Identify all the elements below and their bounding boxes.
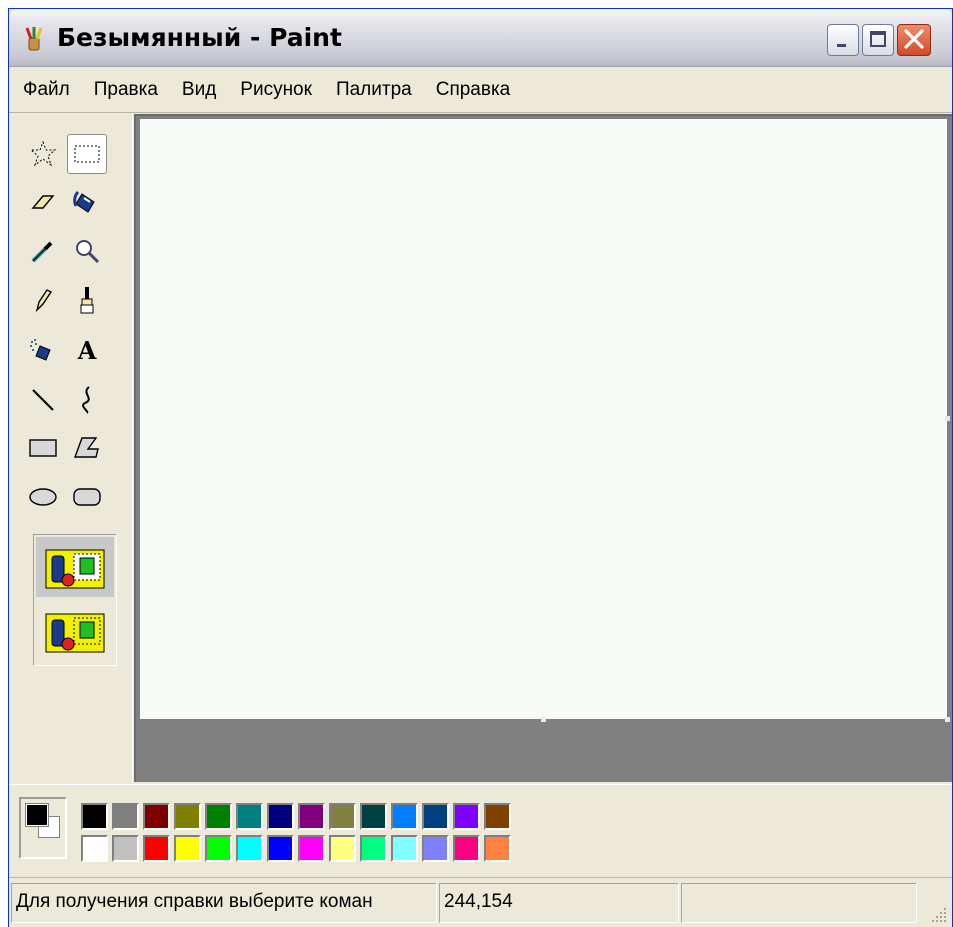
tool-ellipse[interactable] — [23, 477, 63, 517]
opaque-selection-icon — [45, 549, 105, 589]
tool-curve[interactable] — [67, 380, 107, 420]
tool-free-form-select[interactable] — [23, 134, 63, 174]
palette-swatch[interactable] — [174, 803, 201, 830]
close-icon — [904, 29, 924, 49]
palette-swatch[interactable] — [484, 803, 511, 830]
magnifier-icon — [76, 240, 100, 264]
tool-text[interactable]: A — [67, 330, 107, 370]
tool-rounded-rectangle[interactable] — [67, 477, 107, 517]
palette-swatch[interactable] — [236, 835, 263, 862]
menu-colors[interactable]: Палитра — [336, 79, 412, 101]
palette-swatch[interactable] — [298, 835, 325, 862]
paint-brush-icon[interactable] — [21, 26, 47, 52]
palette-swatch[interactable] — [81, 835, 108, 862]
menu-file[interactable]: Файл — [23, 79, 70, 101]
palette-swatch[interactable] — [81, 803, 108, 830]
minimize-button[interactable] — [827, 24, 859, 56]
drawing-canvas[interactable] — [140, 119, 947, 719]
palette-swatch[interactable] — [453, 803, 480, 830]
current-colors — [19, 797, 67, 859]
fill-bucket-icon — [73, 190, 95, 213]
maximize-button[interactable] — [862, 24, 894, 56]
menu-image[interactable]: Рисунок — [240, 79, 312, 101]
pencil-icon — [35, 289, 53, 313]
canvas-workspace[interactable] — [134, 114, 952, 782]
palette-swatch[interactable] — [143, 835, 170, 862]
palette-swatch[interactable] — [453, 835, 480, 862]
palette-swatch[interactable] — [329, 835, 356, 862]
line-icon — [32, 389, 54, 411]
palette-swatch[interactable] — [112, 803, 139, 830]
paint-window: Безымянный - Paint Файл Правка Вид Рисун… — [8, 8, 953, 927]
rectangle-select-icon — [74, 145, 100, 163]
resize-handle-right[interactable] — [945, 416, 950, 421]
polygon-icon — [73, 437, 99, 458]
toolbox: A — [9, 114, 133, 782]
brush-icon — [80, 287, 94, 314]
foreground-color — [25, 803, 49, 827]
palette-swatch[interactable] — [267, 835, 294, 862]
tool-airbrush[interactable] — [23, 330, 63, 370]
status-bar: Для получения справки выберите коман 244… — [9, 877, 952, 927]
palette-swatch[interactable] — [298, 803, 325, 830]
option-opaque-selection[interactable] — [39, 543, 111, 595]
title-bar[interactable]: Безымянный - Paint — [9, 9, 952, 67]
minimize-icon — [837, 44, 846, 47]
palette-swatch[interactable] — [205, 835, 232, 862]
palette-swatch[interactable] — [329, 803, 356, 830]
palette-swatch[interactable] — [267, 803, 294, 830]
menu-help[interactable]: Справка — [436, 79, 511, 101]
window-title: Безымянный - Paint — [57, 23, 342, 52]
tool-options-box — [33, 534, 117, 666]
palette-swatch[interactable] — [236, 803, 263, 830]
curve-icon — [82, 386, 90, 414]
status-size — [681, 883, 917, 923]
rounded-rectangle-icon — [73, 488, 101, 506]
transparent-selection-icon — [45, 613, 105, 653]
tool-pencil[interactable] — [23, 280, 63, 320]
maximize-icon — [870, 31, 886, 47]
tool-color-picker[interactable] — [23, 231, 63, 271]
palette-swatch[interactable] — [143, 803, 170, 830]
rectangle-icon — [29, 439, 57, 457]
color-picker-icon — [31, 241, 53, 263]
eraser-icon — [31, 195, 55, 209]
palette-swatch[interactable] — [484, 835, 511, 862]
palette-swatch[interactable] — [422, 835, 449, 862]
text-icon: A — [77, 336, 97, 364]
palette-swatch[interactable] — [391, 835, 418, 862]
status-help-text: Для получения справки выберите коман — [11, 883, 437, 923]
menu-bar: Файл Правка Вид Рисунок Палитра Справка — [9, 68, 952, 113]
resize-handle-corner[interactable] — [945, 717, 950, 722]
resize-grip-icon[interactable] — [928, 904, 948, 924]
tool-rectangle-select[interactable] — [67, 134, 107, 174]
color-palette-bar — [9, 784, 952, 874]
palette-swatch[interactable] — [391, 803, 418, 830]
tool-polygon[interactable] — [67, 428, 107, 468]
palette-swatch[interactable] — [205, 803, 232, 830]
status-coordinates: 244,154 — [439, 883, 679, 923]
menu-view[interactable]: Вид — [182, 79, 216, 101]
tool-rectangle[interactable] — [23, 428, 63, 468]
option-transparent-selection[interactable] — [39, 607, 111, 659]
free-form-select-icon — [29, 140, 57, 167]
palette-swatch[interactable] — [174, 835, 201, 862]
palette-swatch[interactable] — [112, 835, 139, 862]
palette-swatch[interactable] — [422, 803, 449, 830]
palette-swatch[interactable] — [360, 835, 387, 862]
tool-fill[interactable] — [67, 182, 107, 222]
tool-eraser[interactable] — [23, 182, 63, 222]
menu-edit[interactable]: Правка — [94, 79, 158, 101]
close-button[interactable] — [897, 24, 931, 56]
tool-magnifier[interactable] — [67, 231, 107, 271]
tool-brush[interactable] — [67, 280, 107, 320]
resize-handle-bottom[interactable] — [541, 717, 546, 722]
ellipse-icon — [29, 488, 57, 506]
palette-swatch[interactable] — [360, 803, 387, 830]
airbrush-icon — [30, 339, 51, 361]
tool-line[interactable] — [23, 380, 63, 420]
svg-text:A: A — [77, 336, 97, 364]
